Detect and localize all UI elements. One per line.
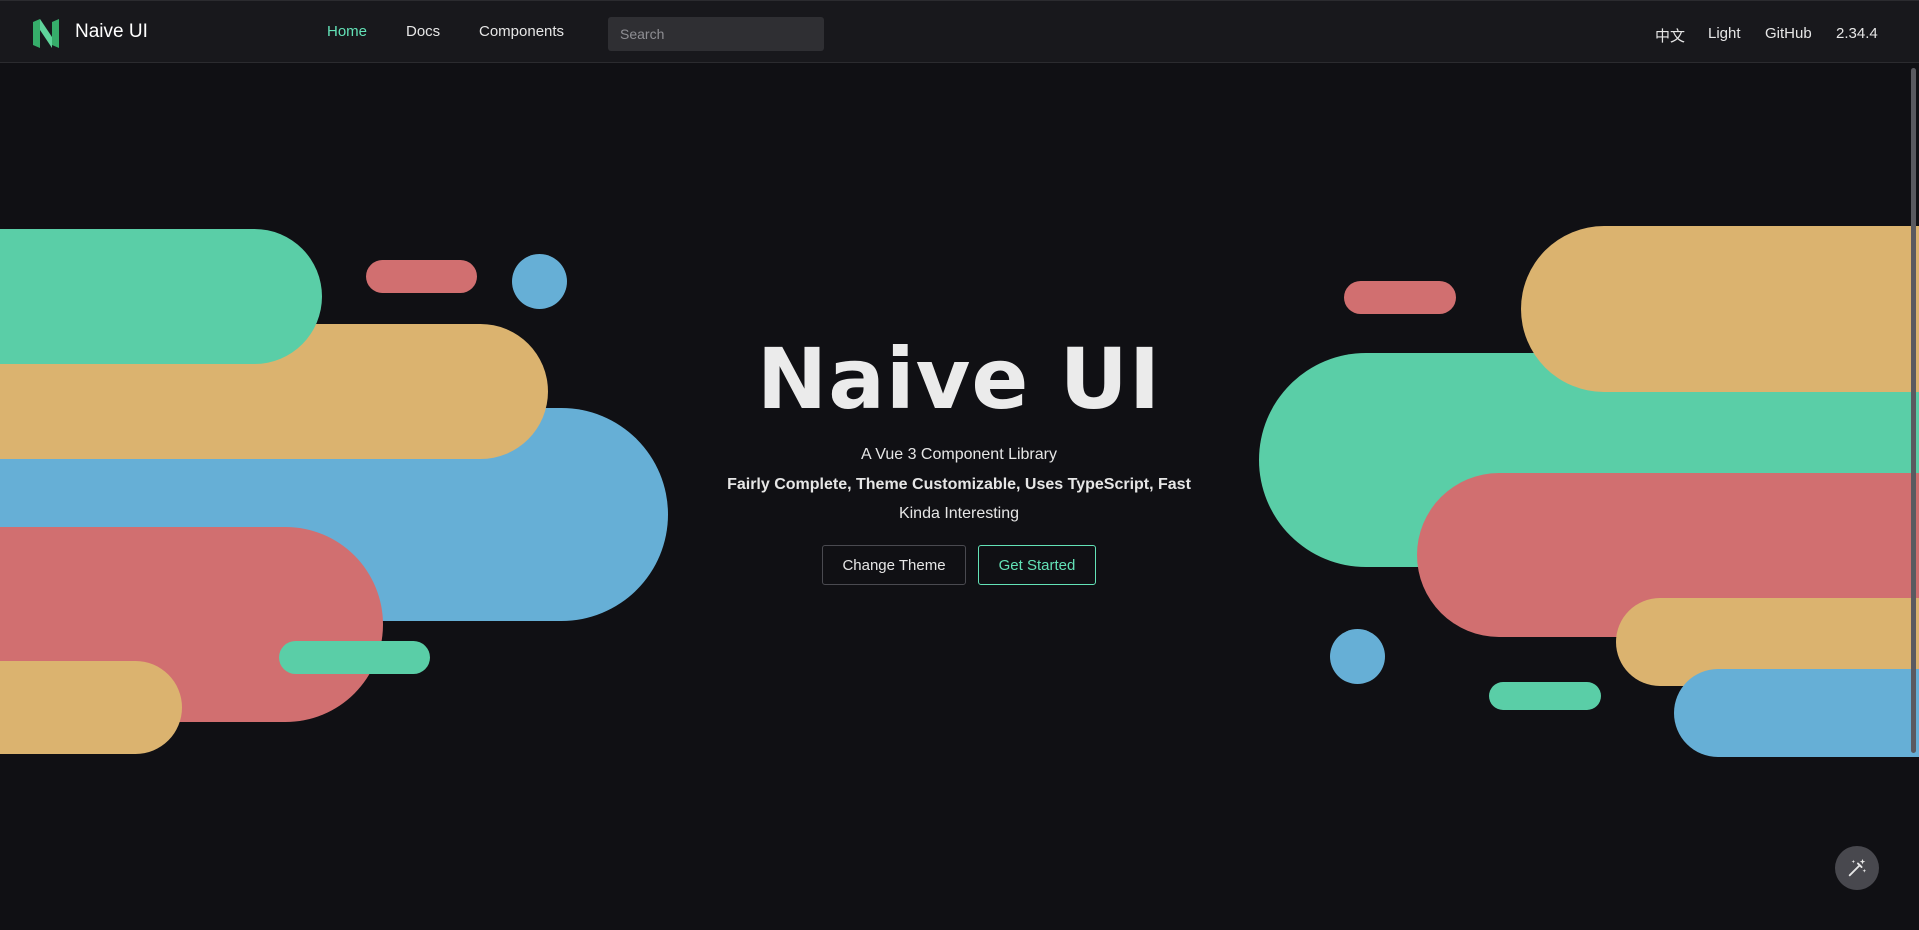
- decor-circle-blue: [512, 254, 567, 309]
- search-input[interactable]: [608, 17, 824, 51]
- top-nav-bar: Naive UI Home Docs Components 中文 Light G…: [0, 0, 1919, 63]
- hero-title: Naive UI: [756, 330, 1162, 428]
- decor-pill-yellow-small: [0, 661, 182, 754]
- theme-editor-button[interactable]: [1835, 846, 1879, 890]
- nav-components[interactable]: Components: [479, 23, 564, 40]
- magic-wand-icon: [1848, 858, 1867, 877]
- decor-pill-red-right-small: [1344, 281, 1456, 314]
- change-theme-button[interactable]: Change Theme: [822, 545, 966, 585]
- get-started-button[interactable]: Get Started: [978, 545, 1096, 585]
- hero-subtitle: A Vue 3 Component Library: [861, 446, 1057, 463]
- hero-tagline: Kinda Interesting: [898, 505, 1020, 522]
- decor-pill-red-small: [366, 260, 477, 293]
- language-switch[interactable]: 中文: [1655, 25, 1685, 46]
- hero-features: Fairly Complete, Theme Customizable, Use…: [727, 476, 1191, 493]
- naive-ui-logo-icon[interactable]: [31, 17, 61, 50]
- nav-docs[interactable]: Docs: [406, 23, 440, 40]
- decor-pill-green-small: [279, 641, 430, 674]
- nav-home[interactable]: Home: [327, 23, 367, 40]
- decor-circle-blue-right: [1330, 629, 1385, 684]
- decor-pill-blue-right: [1674, 669, 1919, 757]
- decor-pill-green-right-small: [1489, 682, 1601, 710]
- decor-pill-yellow-right: [1521, 226, 1919, 392]
- decor-pill-green-large: [0, 229, 322, 364]
- page-scrollbar[interactable]: [1911, 68, 1916, 753]
- theme-toggle[interactable]: Light: [1708, 25, 1741, 42]
- github-link[interactable]: GitHub: [1765, 25, 1812, 42]
- version-label[interactable]: 2.34.4: [1836, 25, 1878, 42]
- brand-name[interactable]: Naive UI: [75, 21, 148, 43]
